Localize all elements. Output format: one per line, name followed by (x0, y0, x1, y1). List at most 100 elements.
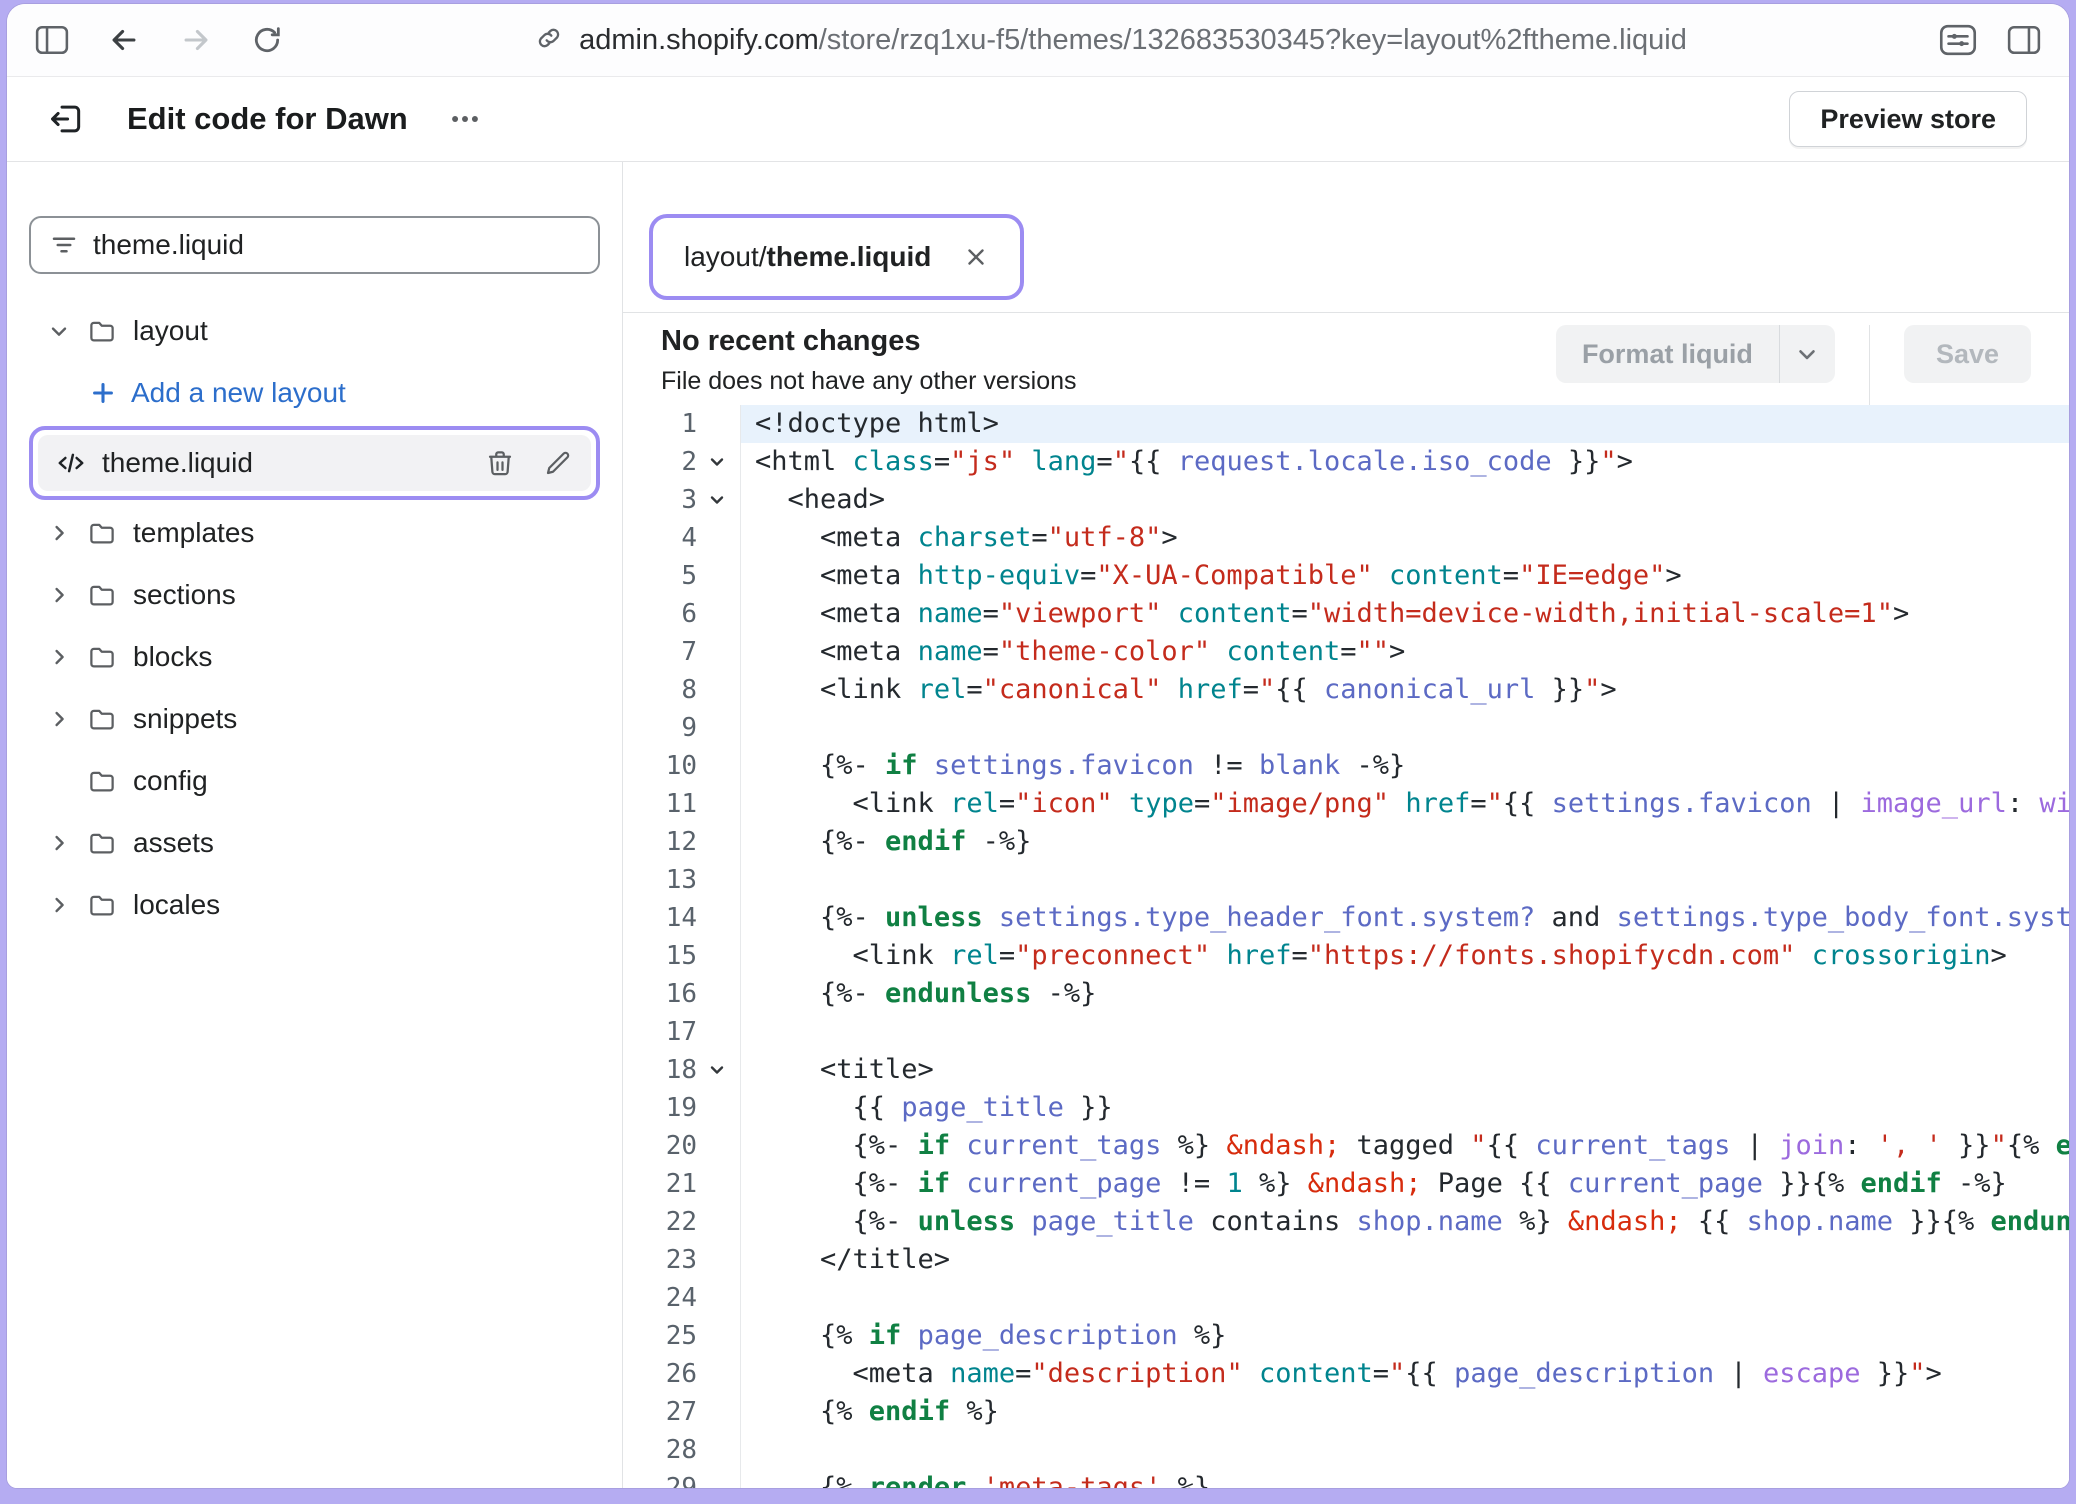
exit-icon[interactable] (47, 100, 85, 138)
app-header: Edit code for Dawn Preview store (7, 77, 2069, 162)
folder-icon (87, 518, 117, 548)
file-search[interactable] (29, 216, 600, 274)
line-number: 29 (623, 1473, 697, 1488)
save-button[interactable]: Save (1904, 325, 2031, 383)
url-path: /store/rzq1xu-f5/themes/132683530345?key… (819, 24, 1687, 56)
line-number: 1 (623, 409, 697, 439)
sidebar-item-blocks[interactable]: blocks (29, 626, 600, 688)
code-line-14[interactable]: {%- unless settings.type_header_font.sys… (741, 899, 2069, 937)
add-new-layout-button[interactable]: Add a new layout (29, 362, 600, 424)
code-line-6[interactable]: <meta name="viewport" content="width=dev… (741, 595, 2069, 633)
code-line-7[interactable]: <meta name="theme-color" content=""> (741, 633, 2069, 671)
line-number: 7 (623, 637, 697, 667)
code-line-17[interactable] (741, 1013, 2069, 1051)
line-number: 23 (623, 1245, 697, 1275)
code-line-27[interactable]: {% endif %} (741, 1393, 2069, 1431)
chevron-down-icon[interactable] (43, 319, 75, 343)
line-number: 2 (623, 447, 697, 477)
code-line-3[interactable]: <head> (741, 481, 2069, 519)
tab-theme-liquid[interactable]: layout/theme.liquid (660, 225, 1013, 289)
code-line-28[interactable] (741, 1431, 2069, 1469)
line-number: 15 (623, 941, 697, 971)
code-fold-icon[interactable] (707, 1060, 727, 1080)
folder-name: snippets (133, 703, 237, 735)
line-number: 28 (623, 1435, 697, 1465)
reload-icon[interactable] (251, 24, 283, 56)
code-line-18[interactable]: <title> (741, 1051, 2069, 1089)
sidebar-item-theme-liquid[interactable]: theme.liquid (38, 435, 591, 491)
code-line-1[interactable]: <!doctype html> (741, 405, 2069, 443)
sidebar-item-config[interactable]: config (29, 750, 600, 812)
more-actions-icon[interactable] (448, 102, 482, 136)
line-number: 25 (623, 1321, 697, 1351)
folder-icon (87, 704, 117, 734)
code-line-24[interactable] (741, 1279, 2069, 1317)
code-line-5[interactable]: <meta http-equiv="X-UA-Compatible" conte… (741, 557, 2069, 595)
line-number: 4 (623, 523, 697, 553)
sidebar-item-layout[interactable]: layout (29, 300, 600, 362)
code-fold-icon[interactable] (707, 452, 727, 472)
code-line-29[interactable]: {% render 'meta-tags' %} (741, 1469, 2069, 1488)
sidebar-item-locales[interactable]: locales (29, 874, 600, 936)
line-number-gutter: 1234567891011121314151617181920212223242… (623, 405, 741, 1488)
action-label: Add a new layout (131, 377, 346, 409)
close-tab-icon[interactable] (963, 244, 989, 270)
sidebar-item-templates[interactable]: templates (29, 502, 600, 564)
code-line-8[interactable]: <link rel="canonical" href="{{ canonical… (741, 671, 2069, 709)
tab-strip: layout/theme.liquid (623, 162, 2069, 312)
rename-file-icon[interactable] (543, 448, 573, 478)
chevron-right-icon[interactable] (43, 831, 75, 855)
chevron-right-icon[interactable] (43, 521, 75, 545)
chevron-right-icon[interactable] (43, 707, 75, 731)
code-line-9[interactable] (741, 709, 2069, 747)
code-fold-icon[interactable] (707, 490, 727, 510)
sidebar-item-sections[interactable]: sections (29, 564, 600, 626)
address-bar[interactable]: admin.shopify.com/store/rzq1xu-f5/themes… (283, 24, 1939, 57)
line-number: 26 (623, 1359, 697, 1389)
line-number: 27 (623, 1397, 697, 1427)
forward-icon[interactable] (179, 23, 213, 57)
delete-file-icon[interactable] (485, 448, 515, 478)
folder-icon (87, 766, 117, 796)
code-line-20[interactable]: {%- if current_tags %} &ndash; tagged "{… (741, 1127, 2069, 1165)
code-line-4[interactable]: <meta charset="utf-8"> (741, 519, 2069, 557)
line-number: 24 (623, 1283, 697, 1313)
editor-toolbar: No recent changes File does not have any… (623, 312, 2069, 405)
line-number: 8 (623, 675, 697, 705)
format-liquid-button[interactable]: Format liquid (1556, 325, 1779, 383)
back-icon[interactable] (107, 23, 141, 57)
sidebar-right-toggle-icon[interactable] (2007, 25, 2041, 55)
code-pane[interactable]: <!doctype html><html class="js" lang="{{… (741, 405, 2069, 1488)
chevron-right-icon[interactable] (43, 893, 75, 917)
code-file-icon (56, 448, 86, 478)
sidebar-item-assets[interactable]: assets (29, 812, 600, 874)
line-number: 13 (623, 865, 697, 895)
code-line-22[interactable]: {%- unless page_title contains shop.name… (741, 1203, 2069, 1241)
sidebar-item-snippets[interactable]: snippets (29, 688, 600, 750)
code-line-21[interactable]: {%- if current_page != 1 %} &ndash; Page… (741, 1165, 2069, 1203)
code-line-13[interactable] (741, 861, 2069, 899)
code-line-23[interactable]: </title> (741, 1241, 2069, 1279)
code-line-26[interactable]: <meta name="description" content="{{ pag… (741, 1355, 2069, 1393)
format-options-chevron-icon[interactable] (1779, 325, 1835, 383)
file-search-input[interactable] (93, 229, 580, 261)
code-editor[interactable]: 1234567891011121314151617181920212223242… (623, 405, 2069, 1488)
preview-store-button[interactable]: Preview store (1789, 91, 2027, 147)
code-line-25[interactable]: {% if page_description %} (741, 1317, 2069, 1355)
folder-name: blocks (133, 641, 212, 673)
format-liquid-split-button: Format liquid (1556, 325, 1835, 383)
code-line-12[interactable]: {%- endif -%} (741, 823, 2069, 861)
code-line-2[interactable]: <html class="js" lang="{{ request.locale… (741, 443, 2069, 481)
code-line-11[interactable]: <link rel="icon" type="image/png" href="… (741, 785, 2069, 823)
line-number: 14 (623, 903, 697, 933)
chevron-right-icon[interactable] (43, 645, 75, 669)
code-line-10[interactable]: {%- if settings.favicon != blank -%} (741, 747, 2069, 785)
browser-settings-icon[interactable] (1939, 24, 1977, 56)
link-icon (535, 24, 563, 57)
code-line-15[interactable]: <link rel="preconnect" href="https://fon… (741, 937, 2069, 975)
folder-icon (87, 828, 117, 858)
chevron-right-icon[interactable] (43, 583, 75, 607)
code-line-19[interactable]: {{ page_title }} (741, 1089, 2069, 1127)
sidebar-toggle-icon[interactable] (35, 25, 69, 55)
code-line-16[interactable]: {%- endunless -%} (741, 975, 2069, 1013)
